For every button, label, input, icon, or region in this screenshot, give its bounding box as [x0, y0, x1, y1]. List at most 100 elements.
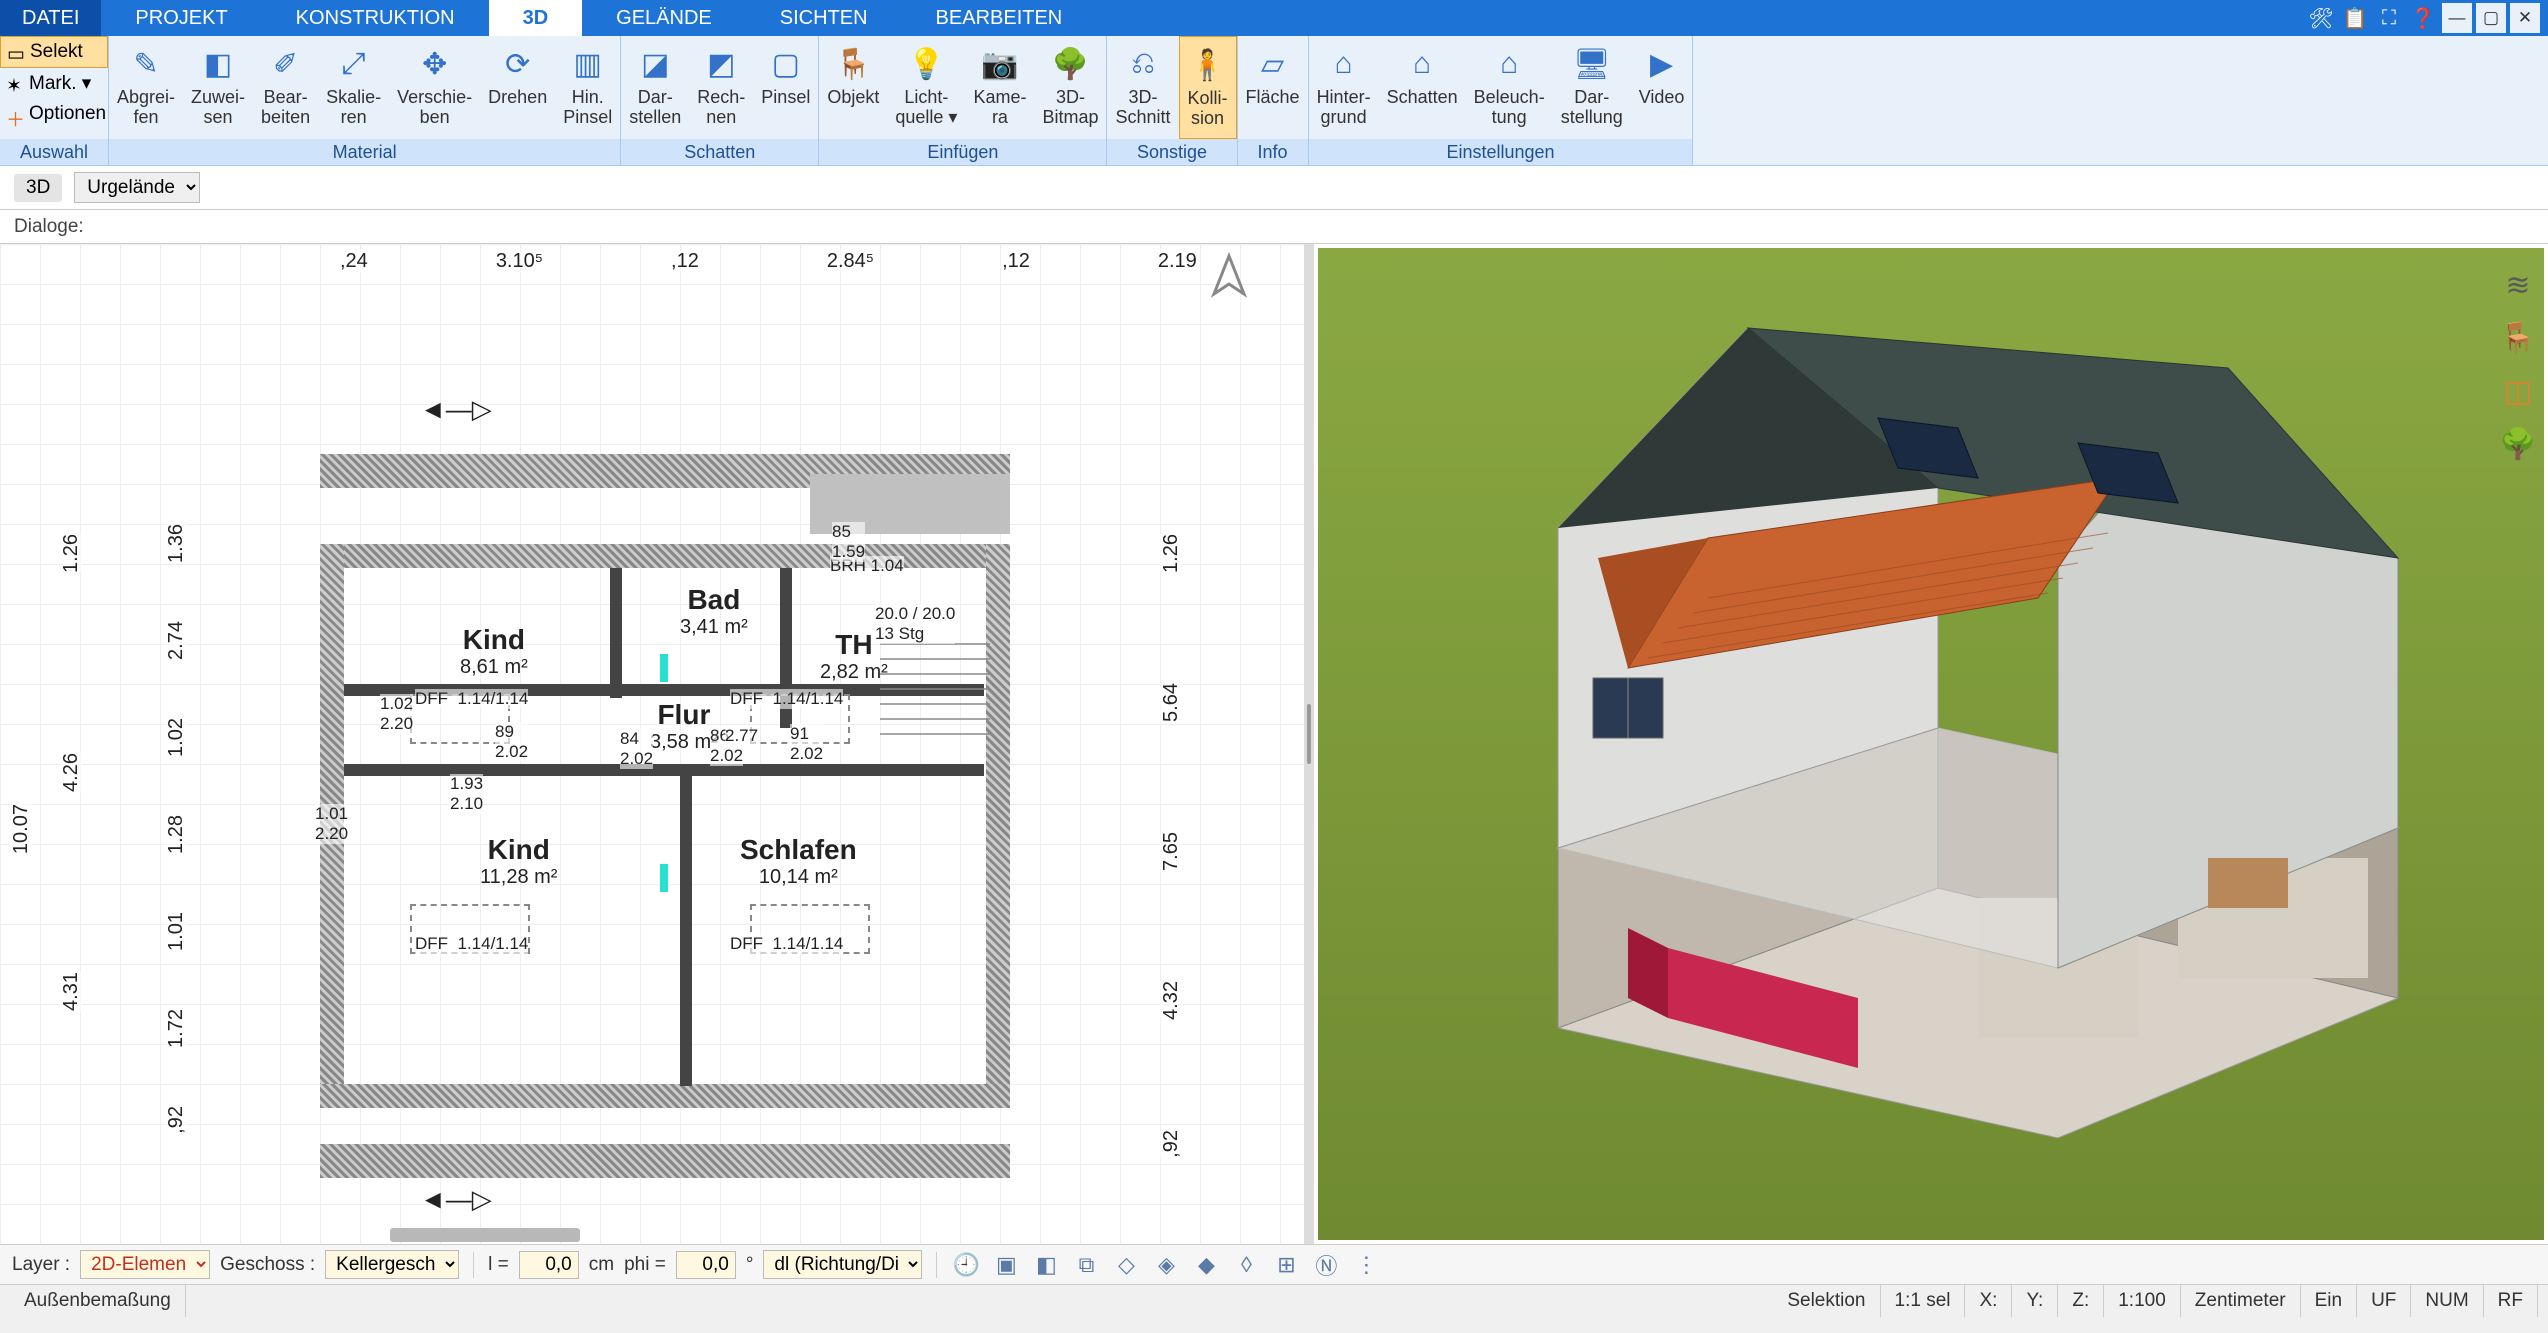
ribbon-group-label: Einfügen — [819, 139, 1106, 165]
ribbon-item-label: Bear- beiten — [261, 88, 310, 128]
dimension-value: 4.26 — [60, 753, 83, 792]
ribbon-icon: ⟳ — [498, 44, 538, 84]
ribbon-item-beleuch-tung[interactable]: ⌂Beleuch- tung — [1466, 36, 1553, 139]
menu-tab-sichten[interactable]: SICHTEN — [746, 0, 902, 36]
ribbon-item-dar-stellung[interactable]: 🖥Dar- stellung — [1553, 36, 1631, 139]
ribbon-icon: ▢ — [766, 44, 806, 84]
ribbon-item-label: Dar- stellen — [629, 88, 681, 128]
menu-tab-datei[interactable]: DATEI — [0, 0, 101, 36]
clipboard-icon[interactable]: 📋 — [2340, 3, 2370, 33]
snap1-icon[interactable]: ◇ — [1111, 1250, 1141, 1280]
dimension-value: ,24 — [340, 250, 368, 273]
ribbon-group-einstellungen: ⌂Hinter- grund⌂Schatten⌂Beleuch- tung🖥Da… — [1309, 36, 1694, 165]
ribbon-icon: ✎ — [126, 44, 166, 84]
staircase — [880, 634, 990, 744]
layers-toggle-icon[interactable]: ◧ — [1031, 1250, 1061, 1280]
ribbon-item-3d-bitmap[interactable]: 🌳3D- Bitmap — [1034, 36, 1106, 139]
ribbon-icon: 💡 — [906, 44, 946, 84]
ribbon-item-kame-ra[interactable]: 📷Kame- ra — [965, 36, 1034, 139]
ribbon-item-zuwei-sen[interactable]: ◧Zuwei- sen — [183, 36, 253, 139]
select-tool-button[interactable]: ▭Selekt — [0, 36, 108, 68]
section-arrow-top: ◄—▷ — [420, 394, 492, 425]
length-label: l = — [488, 1254, 509, 1276]
minimize-button[interactable]: — — [2442, 3, 2472, 33]
ribbon-item-schatten[interactable]: ⌂Schatten — [1379, 36, 1466, 139]
ribbon-item-pinsel[interactable]: ▢Pinsel — [753, 36, 818, 139]
menu-tab-gelaende[interactable]: GELÄNDE — [582, 0, 746, 36]
grid-icon[interactable]: ⊞ — [1271, 1250, 1301, 1280]
ribbon-group-material: ✎Abgrei- fen◧Zuwei- sen✐Bear- beiten⤢Ska… — [109, 36, 621, 165]
snap2-icon[interactable]: ◈ — [1151, 1250, 1181, 1280]
geschoss-select[interactable]: Kellergesch — [325, 1250, 459, 1279]
dimension-value: 2.19 — [1158, 250, 1197, 273]
snap4-icon[interactable]: ◊ — [1231, 1250, 1261, 1280]
house-3d-model — [1418, 298, 2468, 1168]
clock-icon[interactable]: 🕘 — [951, 1250, 981, 1280]
plan-annotation: 91 2.02 — [790, 724, 823, 764]
ribbon-item-verschie-ben[interactable]: ✥Verschie- ben — [389, 36, 480, 139]
layer-label: Layer : — [12, 1254, 70, 1276]
status-unit: Zentimeter — [2181, 1285, 2301, 1317]
tools-icon[interactable]: 🛠 — [2306, 3, 2336, 33]
ribbon-icon: ⤢ — [334, 44, 374, 84]
status-ratio: 1:1 sel — [1881, 1285, 1966, 1317]
options-button[interactable]: ＋Optionen — [0, 99, 108, 129]
compass-icon — [1204, 254, 1254, 314]
status-uf: UF — [2357, 1285, 2411, 1317]
menu-tab-projekt[interactable]: PROJEKT — [101, 0, 261, 36]
ribbon-item-label: 3D- Schnitt — [1115, 88, 1170, 128]
screen-icon[interactable]: ▣ — [991, 1250, 1021, 1280]
ribbon-item-hin-pinsel[interactable]: ▥Hin. Pinsel — [555, 36, 620, 139]
length-input[interactable] — [519, 1251, 579, 1279]
layers-icon[interactable]: ≋ — [2505, 268, 2530, 303]
north-icon[interactable]: Ⓝ — [1311, 1250, 1341, 1280]
ribbon-item-label: Schatten — [1387, 88, 1458, 108]
terrain-select[interactable]: Urgelände — [74, 172, 200, 203]
ribbon-group-auswahl: ▭Selekt ✶Mark. ▾ ＋Optionen Auswahl — [0, 36, 109, 165]
floorplan-2d-view[interactable]: ,243.10⁵,122.84⁵,122.19 1.264.264.31 10.… — [0, 244, 1304, 1244]
ribbon-item-abgrei-fen[interactable]: ✎Abgrei- fen — [109, 36, 183, 139]
ribbon-item-label: Verschie- ben — [397, 88, 472, 128]
mark-tool-button[interactable]: ✶Mark. ▾ — [0, 68, 108, 99]
ribbon-toolbar: ▭Selekt ✶Mark. ▾ ＋Optionen Auswahl ✎Abgr… — [0, 36, 2548, 166]
ribbon-item-dar-stellen[interactable]: ◪Dar- stellen — [621, 36, 689, 139]
ribbon-item-hinter-grund[interactable]: ⌂Hinter- grund — [1309, 36, 1379, 139]
dimension-value: 10.07 — [10, 804, 33, 854]
ribbon-icon: ◪ — [635, 44, 675, 84]
ribbon-group-info: ▱Fläche Info — [1238, 36, 1309, 165]
mode-select[interactable]: dl (Richtung/Di — [763, 1250, 922, 1279]
close-button[interactable]: ✕ — [2510, 3, 2540, 33]
menu-tab-3d[interactable]: 3D — [489, 0, 583, 36]
horizontal-scrollbar[interactable] — [390, 1228, 580, 1242]
menu-tab-bearbeiten[interactable]: BEARBEITEN — [902, 0, 1097, 36]
status-y: Y: — [2012, 1285, 2058, 1317]
more-icon[interactable]: ⋮ — [1351, 1250, 1381, 1280]
ribbon-item-drehen[interactable]: ⟳Drehen — [480, 36, 555, 139]
ribbon-item-skalie-ren[interactable]: ⤢Skalie- ren — [318, 36, 389, 139]
ribbon-item-objekt[interactable]: 🪑Objekt — [819, 36, 887, 139]
ribbon-item-video[interactable]: ▶Video — [1631, 36, 1693, 139]
ribbon-item-3d-schnitt[interactable]: ⎌3D- Schnitt — [1107, 36, 1178, 139]
menu-tab-konstruktion[interactable]: KONSTRUKTION — [262, 0, 489, 36]
copy-icon[interactable]: ⧉ — [1071, 1250, 1101, 1280]
phi-input[interactable] — [676, 1251, 736, 1279]
ribbon-item-bear-beiten[interactable]: ✐Bear- beiten — [253, 36, 318, 139]
plan-annotation: 2.77 — [725, 726, 758, 746]
tree-icon[interactable]: 🌳 — [2499, 427, 2536, 462]
ribbon-item-fl-che[interactable]: ▱Fläche — [1238, 36, 1308, 139]
furniture-icon[interactable]: 🪑 — [2499, 321, 2536, 356]
maximize-button[interactable]: ▢ — [2476, 3, 2506, 33]
snap3-icon[interactable]: ◆ — [1191, 1250, 1221, 1280]
expand-icon[interactable]: ⛶ — [2374, 3, 2404, 33]
help-icon[interactable]: ❓ — [2408, 3, 2438, 33]
main-workspace: ,243.10⁵,122.84⁵,122.19 1.264.264.31 10.… — [0, 244, 2548, 1244]
ribbon-item-kolli-sion[interactable]: 🧍Kolli- sion — [1179, 36, 1237, 139]
3d-view[interactable]: ≋ 🪑 ◫ 🌳 — [1318, 248, 2544, 1240]
layer-select[interactable]: 2D-Elemen — [80, 1250, 210, 1279]
ribbon-item-label: Abgrei- fen — [117, 88, 175, 128]
ribbon-item-rech-nen[interactable]: ◩Rech- nen — [689, 36, 753, 139]
view-splitter[interactable] — [1304, 244, 1314, 1244]
status-left: Außenbemaßung — [10, 1285, 186, 1317]
ribbon-item-licht-quelle-[interactable]: 💡Licht- quelle ▾ — [887, 36, 965, 139]
materials-icon[interactable]: ◫ — [2504, 374, 2532, 409]
